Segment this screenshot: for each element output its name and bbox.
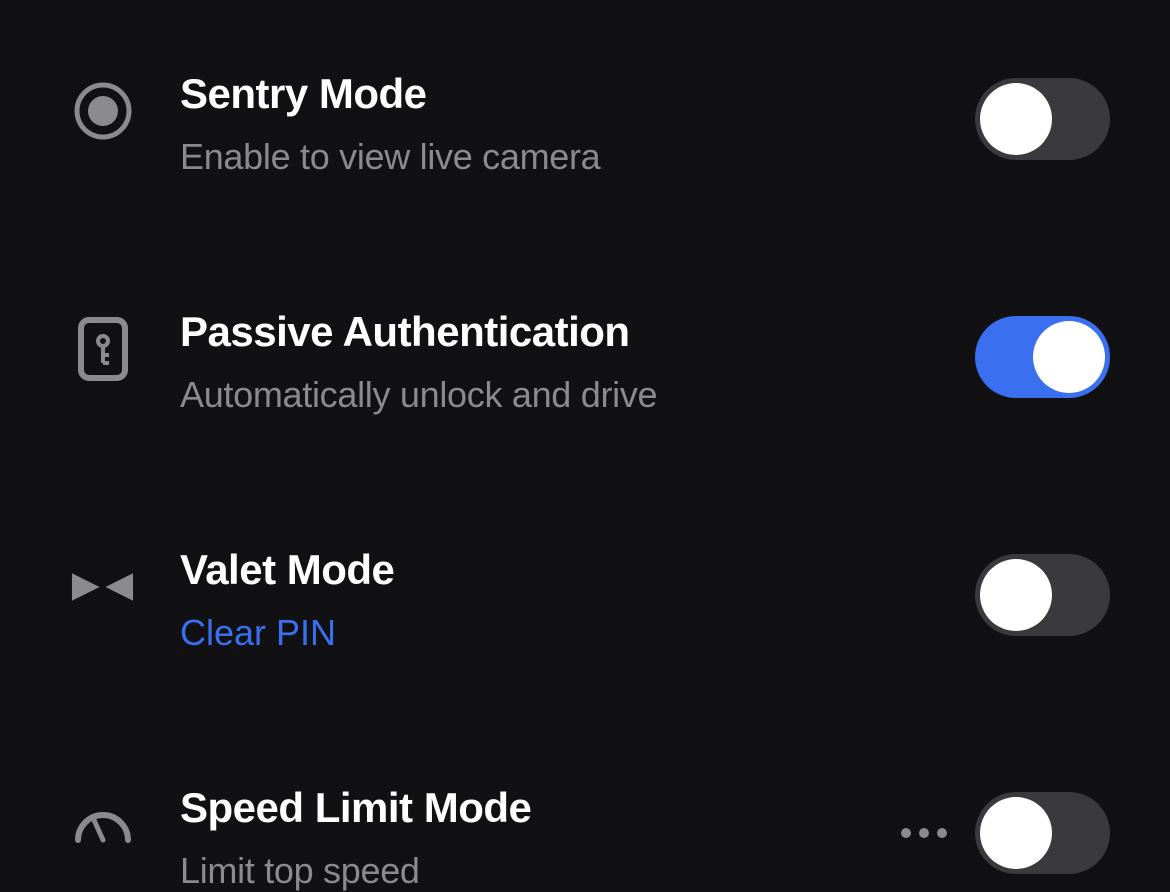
setting-text-block: Passive Authentication Automatically unl…	[180, 308, 930, 416]
clear-pin-link[interactable]: Clear PIN	[180, 612, 930, 654]
bowtie-icon	[70, 554, 135, 619]
setting-subtitle: Limit top speed	[180, 850, 856, 892]
key-card-icon	[70, 316, 135, 381]
setting-text-block: Sentry Mode Enable to view live camera	[180, 70, 930, 178]
more-options-icon[interactable]	[901, 828, 947, 838]
setting-text-block: Valet Mode Clear PIN	[180, 546, 930, 654]
setting-row-passive-auth: Passive Authentication Automatically unl…	[70, 308, 1110, 416]
setting-subtitle: Enable to view live camera	[180, 136, 930, 178]
record-circle-icon	[70, 78, 135, 143]
setting-subtitle: Automatically unlock and drive	[180, 374, 930, 416]
setting-title: Valet Mode	[180, 546, 930, 594]
setting-row-speed-limit: Speed Limit Mode Limit top speed	[70, 784, 1110, 892]
setting-title: Speed Limit Mode	[180, 784, 856, 832]
sentry-mode-toggle[interactable]	[975, 78, 1110, 160]
setting-title: Sentry Mode	[180, 70, 930, 118]
right-controls	[901, 792, 1110, 874]
right-controls	[975, 554, 1110, 636]
speed-limit-toggle[interactable]	[975, 792, 1110, 874]
setting-text-block: Speed Limit Mode Limit top speed	[180, 784, 856, 892]
setting-row-valet-mode: Valet Mode Clear PIN	[70, 546, 1110, 654]
gauge-icon	[70, 792, 135, 857]
right-controls	[975, 316, 1110, 398]
valet-mode-toggle[interactable]	[975, 554, 1110, 636]
setting-row-sentry-mode: Sentry Mode Enable to view live camera	[70, 70, 1110, 178]
right-controls	[975, 78, 1110, 160]
setting-title: Passive Authentication	[180, 308, 930, 356]
passive-auth-toggle[interactable]	[975, 316, 1110, 398]
